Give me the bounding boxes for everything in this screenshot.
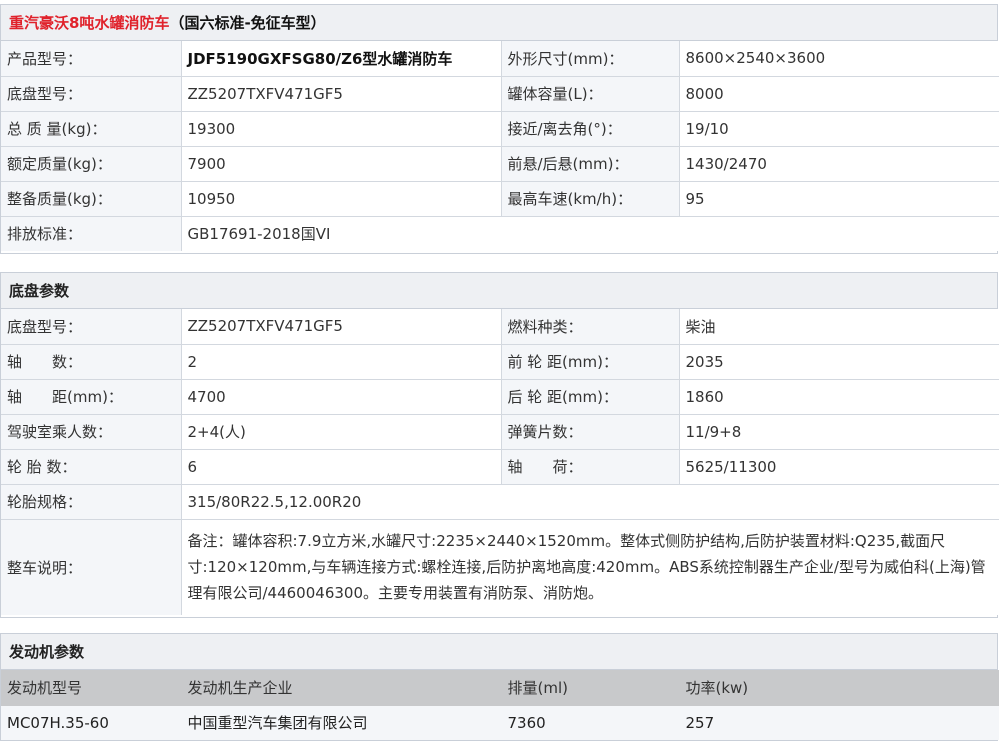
- param-label: 排放标准：: [1, 215, 182, 251]
- vehicle-title-note: （国六标准-免征车型）: [169, 14, 326, 32]
- param-value: 2035: [678, 343, 999, 380]
- param-label: 弹簧片数：: [500, 413, 680, 450]
- param-value: 315/80R22.5,12.00R20: [180, 483, 999, 520]
- param-value: 4700: [180, 378, 502, 415]
- param-label: 整备质量(kg)：: [1, 180, 182, 217]
- table-row: 轴 距(mm)： 4700 后 轮 距(mm)： 1860: [1, 378, 999, 415]
- vehicle-title: 重汽豪沃8吨水罐消防车（国六标准-免征车型）: [1, 5, 997, 41]
- table-row: MC07H.35-60 中国重型汽车集团有限公司 7360 257: [1, 704, 999, 740]
- param-label: 底盘型号：: [1, 309, 182, 345]
- engine-displacement-cell: 7360: [500, 704, 680, 740]
- basic-params-table: 产品型号： JDF5190GXFSG80/Z6型水罐消防车 外形尺寸(mm)： …: [1, 41, 999, 251]
- column-header: 排量(ml): [500, 670, 680, 706]
- param-label: 燃料种类：: [500, 309, 680, 345]
- column-header: 功率(kw): [678, 670, 999, 706]
- param-value: 2+4(人): [180, 413, 502, 450]
- engine-params-section: 发动机参数 发动机型号 发动机生产企业 排量(ml) 功率(kw) MC07H.…: [0, 633, 999, 741]
- engine-power-cell: 257: [678, 704, 999, 740]
- table-row: 额定质量(kg)： 7900 前悬/后悬(mm)： 1430/2470: [1, 145, 999, 182]
- param-label: 额定质量(kg)：: [1, 145, 182, 182]
- param-value: 7900: [180, 145, 502, 182]
- chassis-params-table: 底盘型号： ZZ5207TXFV471GF5 燃料种类： 柴油 轴 数： 2 前…: [1, 309, 999, 615]
- chassis-params-section: 底盘参数 底盘型号： ZZ5207TXFV471GF5 燃料种类： 柴油 轴 数…: [0, 272, 999, 618]
- param-value: 柴油: [678, 309, 999, 345]
- engine-model-cell: MC07H.35-60: [1, 704, 182, 740]
- table-row: 轮 胎 数： 6 轴 荷： 5625/11300: [1, 448, 999, 485]
- param-value: 2: [180, 343, 502, 380]
- param-label: 罐体容量(L)：: [500, 75, 680, 112]
- param-value: GB17691-2018国VI: [180, 215, 999, 251]
- param-label: 前悬/后悬(mm)：: [500, 145, 680, 182]
- table-row: 驾驶室乘人数： 2+4(人) 弹簧片数： 11/9+8: [1, 413, 999, 450]
- param-value: 6: [180, 448, 502, 485]
- column-header: 发动机生产企业: [180, 670, 502, 706]
- param-value: 95: [678, 180, 999, 217]
- table-row: 整备质量(kg)： 10950 最高车速(km/h)： 95: [1, 180, 999, 217]
- table-row: 产品型号： JDF5190GXFSG80/Z6型水罐消防车 外形尺寸(mm)： …: [1, 41, 999, 77]
- note-label: 整车说明：: [1, 518, 182, 615]
- engine-maker-cell: 中国重型汽车集团有限公司: [180, 704, 502, 740]
- product-model-value: JDF5190GXFSG80/Z6型水罐消防车: [180, 41, 502, 77]
- param-label: 产品型号：: [1, 41, 182, 77]
- basic-params-section: 重汽豪沃8吨水罐消防车（国六标准-免征车型） 产品型号： JDF5190GXFS…: [0, 4, 999, 254]
- param-label: 轴 数：: [1, 343, 182, 380]
- chassis-section-title: 底盘参数: [1, 273, 997, 309]
- table-header-row: 发动机型号 发动机生产企业 排量(ml) 功率(kw): [1, 670, 999, 706]
- param-label: 轮胎规格：: [1, 483, 182, 520]
- param-value: 1860: [678, 378, 999, 415]
- param-value: 8600×2540×3600: [678, 41, 999, 77]
- param-value: 5625/11300: [678, 448, 999, 485]
- note-text: 备注：罐体容积:7.9立方米,水罐尺寸:2235×2440×1520mm。整体式…: [180, 518, 999, 615]
- vehicle-spec-page: 重汽豪沃8吨水罐消防车（国六标准-免征车型） 产品型号： JDF5190GXFS…: [0, 0, 1000, 743]
- param-label: 底盘型号：: [1, 75, 182, 112]
- table-row: 轴 数： 2 前 轮 距(mm)： 2035: [1, 343, 999, 380]
- engine-params-table: 发动机型号 发动机生产企业 排量(ml) 功率(kw) MC07H.35-60 …: [1, 670, 999, 740]
- column-header: 发动机型号: [1, 670, 182, 706]
- param-label: 驾驶室乘人数：: [1, 413, 182, 450]
- param-label: 前 轮 距(mm)：: [500, 343, 680, 380]
- param-label: 总 质 量(kg)：: [1, 110, 182, 147]
- table-row: 整车说明： 备注：罐体容积:7.9立方米,水罐尺寸:2235×2440×1520…: [1, 518, 999, 615]
- param-value: 8000: [678, 75, 999, 112]
- param-label: 外形尺寸(mm)：: [500, 41, 680, 77]
- table-row: 总 质 量(kg)： 19300 接近/离去角(°)： 19/10: [1, 110, 999, 147]
- table-row: 排放标准： GB17691-2018国VI: [1, 215, 999, 251]
- param-value: 10950: [180, 180, 502, 217]
- table-row: 底盘型号： ZZ5207TXFV471GF5 罐体容量(L)： 8000: [1, 75, 999, 112]
- param-value: 19300: [180, 110, 502, 147]
- table-row: 轮胎规格： 315/80R22.5,12.00R20: [1, 483, 999, 520]
- table-row: 底盘型号： ZZ5207TXFV471GF5 燃料种类： 柴油: [1, 309, 999, 345]
- vehicle-title-main: 重汽豪沃8吨水罐消防车: [9, 14, 170, 32]
- param-value: ZZ5207TXFV471GF5: [180, 75, 502, 112]
- param-label: 接近/离去角(°)：: [500, 110, 680, 147]
- param-label: 轴 距(mm)：: [1, 378, 182, 415]
- param-value: 19/10: [678, 110, 999, 147]
- param-value: 11/9+8: [678, 413, 999, 450]
- param-label: 后 轮 距(mm)：: [500, 378, 680, 415]
- param-label: 轮 胎 数：: [1, 448, 182, 485]
- param-value: 1430/2470: [678, 145, 999, 182]
- param-label: 轴 荷：: [500, 448, 680, 485]
- engine-section-title: 发动机参数: [1, 634, 997, 670]
- param-label: 最高车速(km/h)：: [500, 180, 680, 217]
- param-value: ZZ5207TXFV471GF5: [180, 309, 502, 345]
